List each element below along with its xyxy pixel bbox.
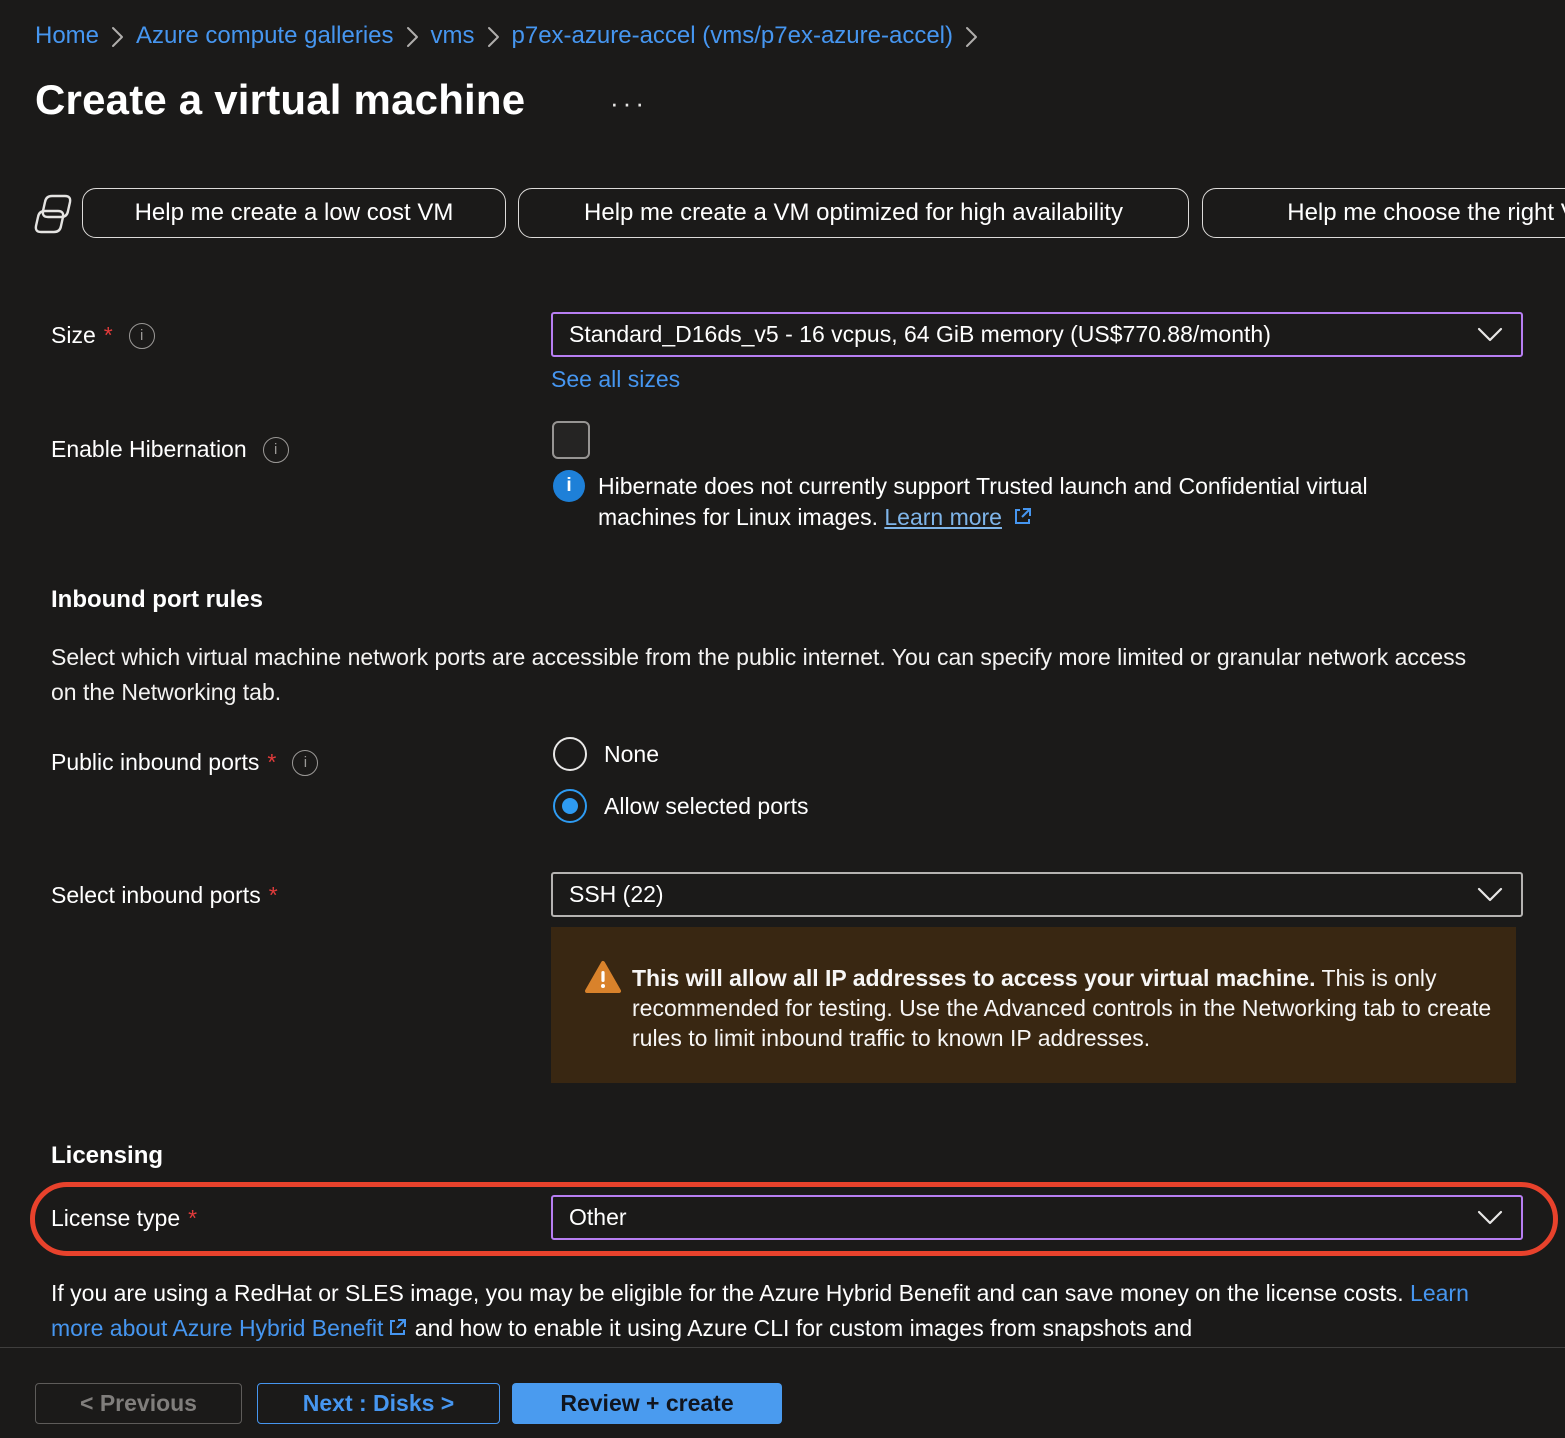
- public-inbound-ports-label: Public inbound ports * i: [51, 749, 318, 776]
- next-disks-button[interactable]: Next : Disks >: [257, 1383, 500, 1424]
- warning-triangle-icon: [584, 960, 622, 994]
- required-asterisk: *: [269, 882, 278, 909]
- select-inbound-ports-value: SSH (22): [569, 881, 1477, 908]
- enable-hibernation-label: Enable Hibernation i: [51, 436, 289, 463]
- copilot-icon[interactable]: [31, 192, 77, 236]
- info-icon[interactable]: i: [292, 750, 318, 776]
- see-all-sizes-link[interactable]: See all sizes: [551, 366, 680, 393]
- previous-button[interactable]: < Previous: [35, 1383, 242, 1424]
- radio-allow-selected-ports-label[interactable]: Allow selected ports: [604, 793, 809, 820]
- inbound-port-rules-heading: Inbound port rules: [51, 586, 263, 614]
- breadcrumb-link-galleries[interactable]: Azure compute galleries: [136, 22, 393, 50]
- info-badge-icon: i: [553, 470, 585, 502]
- copilot-suggestion-low-cost-vm-button[interactable]: Help me create a low cost VM: [82, 188, 506, 238]
- chevron-down-icon: [1477, 327, 1503, 342]
- info-icon[interactable]: i: [263, 437, 289, 463]
- inbound-port-rules-description: Select which virtual machine network por…: [51, 640, 1483, 710]
- breadcrumb-link-gallery-image[interactable]: p7ex-azure-accel (vms/p7ex-azure-accel): [512, 22, 954, 50]
- chevron-right-icon: [965, 26, 978, 48]
- chevron-right-icon: [406, 26, 419, 48]
- required-asterisk: *: [104, 322, 113, 349]
- radio-none[interactable]: None: [553, 737, 659, 771]
- radio-selected-circle-icon[interactable]: [553, 789, 587, 823]
- copilot-suggestion-choose-right-vm-button[interactable]: Help me choose the right VM: [1202, 188, 1565, 238]
- chevron-down-icon: [1477, 1210, 1503, 1225]
- breadcrumb-link-home[interactable]: Home: [35, 22, 99, 50]
- more-menu-icon[interactable]: ···: [610, 88, 648, 119]
- copilot-suggestion-high-availability-button[interactable]: Help me create a VM optimized for high a…: [518, 188, 1189, 238]
- license-type-dropdown[interactable]: Other: [551, 1195, 1523, 1240]
- size-label: Size * i: [51, 322, 155, 349]
- hibernation-info-text: Hibernate does not currently support Tru…: [598, 471, 1438, 535]
- select-inbound-ports-dropdown[interactable]: SSH (22): [551, 872, 1523, 917]
- breadcrumb-link-vms[interactable]: vms: [431, 22, 475, 50]
- chevron-right-icon: [111, 26, 124, 48]
- hybrid-benefit-text: If you are using a RedHat or SLES image,…: [51, 1276, 1519, 1348]
- license-type-label: License type *: [51, 1205, 197, 1232]
- inbound-ports-warning: This will allow all IP addresses to acce…: [551, 927, 1516, 1083]
- size-dropdown-value: Standard_D16ds_v5 - 16 vcpus, 64 GiB mem…: [569, 321, 1477, 348]
- learn-more-link[interactable]: Learn more: [884, 504, 1002, 530]
- review-create-button[interactable]: Review + create: [512, 1383, 782, 1424]
- external-link-icon: [387, 1313, 408, 1348]
- licensing-heading: Licensing: [51, 1142, 163, 1170]
- enable-hibernation-checkbox[interactable]: [552, 421, 590, 459]
- page-title: Create a virtual machine: [35, 76, 525, 124]
- required-asterisk: *: [188, 1205, 197, 1232]
- radio-none-label[interactable]: None: [604, 741, 659, 768]
- size-dropdown[interactable]: Standard_D16ds_v5 - 16 vcpus, 64 GiB mem…: [551, 312, 1523, 357]
- warning-text: This will allow all IP addresses to acce…: [632, 963, 1496, 1053]
- footer-divider: [0, 1347, 1565, 1348]
- external-link-icon: [1012, 504, 1033, 535]
- chevron-right-icon: [487, 26, 500, 48]
- required-asterisk: *: [267, 749, 276, 776]
- chevron-down-icon: [1477, 887, 1503, 902]
- radio-allow-selected-ports[interactable]: Allow selected ports: [553, 789, 809, 823]
- breadcrumb: Home Azure compute galleries vms p7ex-az…: [35, 22, 978, 50]
- select-inbound-ports-label: Select inbound ports *: [51, 882, 278, 909]
- radio-none-circle-icon[interactable]: [553, 737, 587, 771]
- license-type-value: Other: [569, 1204, 1477, 1231]
- info-icon[interactable]: i: [129, 323, 155, 349]
